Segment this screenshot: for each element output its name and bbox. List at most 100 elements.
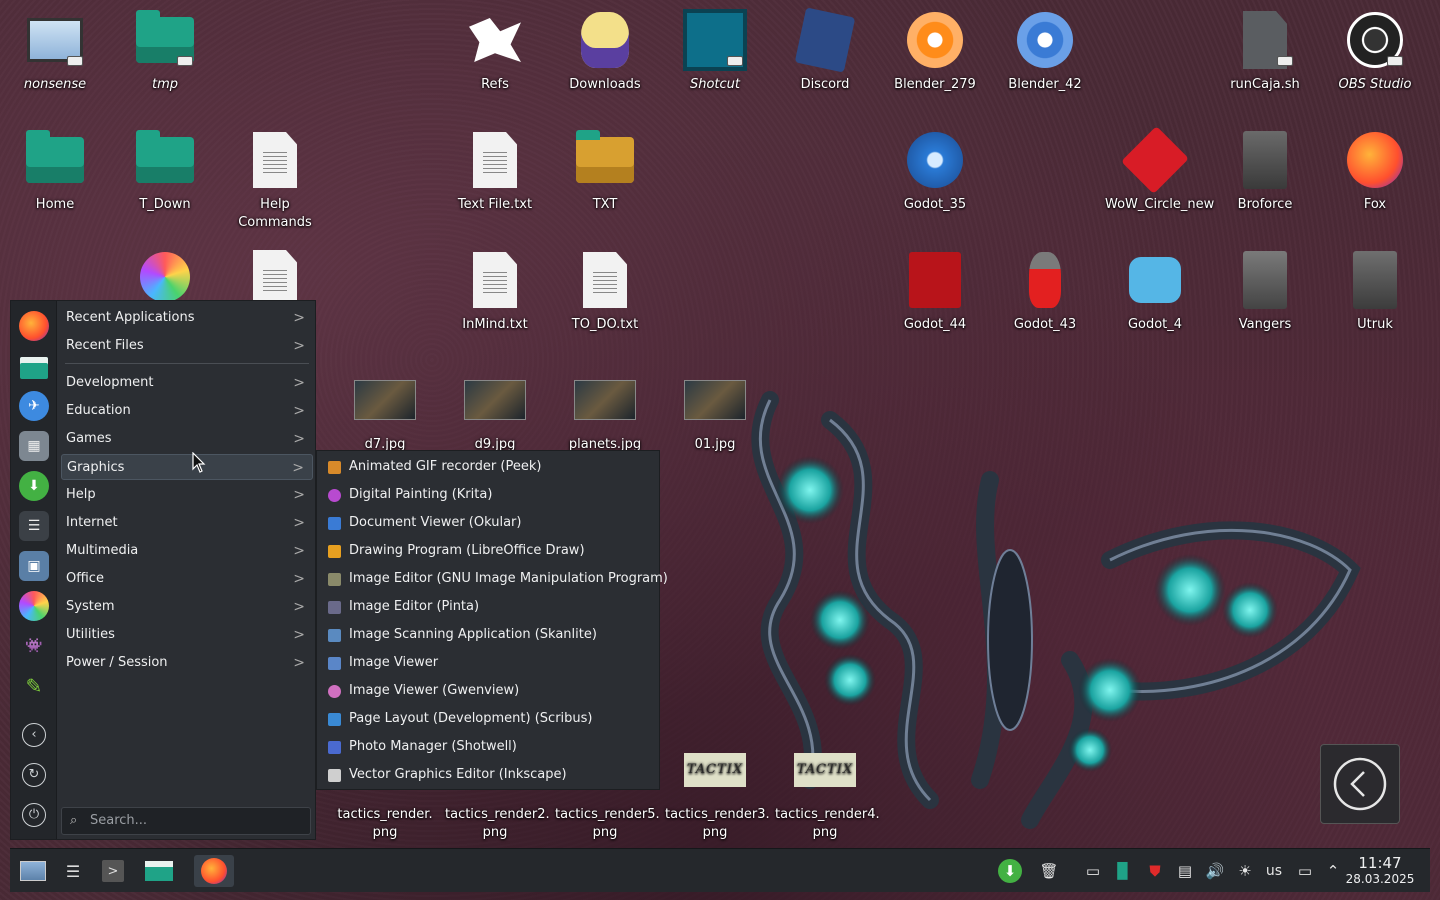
desktop-icon-tactics-render3-png[interactable]: TACTIX tactics_render3. png — [665, 738, 770, 842]
desktop-icon-broforce[interactable]: Broforce — [1215, 128, 1315, 214]
desktop-icon-godot-44[interactable]: Godot_44 — [885, 248, 985, 334]
submenu-item-image-editor-gnu-image-manipulation-program[interactable]: Image Editor (GNU Image Manipulation Pro… — [321, 565, 668, 593]
graphics-submenu: Animated GIF recorder (Peek) Digital Pain… — [316, 450, 668, 790]
desktop-icon-godot-4[interactable]: Godot_4 — [1105, 248, 1205, 334]
folder-tray-icon[interactable]: ▉ — [1112, 859, 1134, 883]
submenu-item-image-editor-pinta[interactable]: Image Editor (Pinta) — [321, 593, 655, 621]
trash-icon[interactable]: 🗑 — [1038, 859, 1060, 883]
menu-separator — [65, 363, 309, 364]
download-icon[interactable]: ⬇ — [19, 471, 49, 501]
desktop-icon-d9-jpg[interactable]: d9.jpg — [445, 368, 545, 454]
desktop-icon-downloads[interactable]: Downloads — [555, 8, 655, 94]
chevron-right-icon: > — [293, 403, 305, 419]
desktop-icon-label: tactics_render2. png — [445, 807, 550, 840]
settings-taskbar-button[interactable]: ☰ — [56, 855, 90, 887]
submenu-item-image-scanning-application-skanlite[interactable]: Image Scanning Application (Skanlite) — [321, 621, 655, 649]
show-desktop-icon[interactable]: ▭ — [1082, 859, 1104, 883]
submenu-item-vector-graphics-editor-inkscape[interactable]: Vector Graphics Editor (Inkscape) — [321, 761, 655, 789]
system-monitor-icon[interactable]: ▣ — [19, 551, 49, 581]
application-launcher-button[interactable] — [16, 855, 50, 887]
desktop-icon-label: Help Commands — [238, 197, 312, 230]
file-manager-icon[interactable] — [19, 353, 49, 383]
desktop-icon-vangers[interactable]: Vangers — [1215, 248, 1315, 334]
terminal-taskbar-button[interactable]: > — [96, 855, 130, 887]
settings-icon[interactable]: ☰ — [19, 511, 49, 541]
link-icon — [1277, 56, 1293, 66]
menu-category-office[interactable]: Office > — [61, 566, 313, 592]
desktop-icon-refs[interactable]: Refs — [445, 8, 545, 94]
menu-category-system[interactable]: System > — [61, 594, 313, 620]
menu-category-internet[interactable]: Internet > — [61, 510, 313, 536]
desktop-icon-blender-279[interactable]: Blender_279 — [885, 8, 985, 94]
paint-brush-icon[interactable]: ✎ — [19, 671, 49, 701]
desktop-icon-tactics-render4-png[interactable]: TACTIX tactics_render4. png — [775, 738, 880, 842]
desktop-icon-text-file-txt[interactable]: Text File.txt — [445, 128, 545, 214]
tactix-thumbnail-text: TACTIX — [684, 753, 746, 787]
menu-category-label: Power / Session — [66, 655, 168, 670]
calculator-icon[interactable]: ▦ — [19, 431, 49, 461]
desktop-icon-wow-circle-new[interactable]: WoW_Circle_new — [1105, 126, 1214, 214]
krita-desktop-icon[interactable] — [140, 252, 190, 302]
krita-icon[interactable] — [19, 591, 49, 621]
desktop-icon-to-do-txt[interactable]: TO_DO.txt — [555, 248, 655, 334]
firefox-icon[interactable] — [19, 311, 49, 341]
brightness-icon[interactable]: ☀ — [1234, 859, 1256, 883]
floating-back-button[interactable] — [1320, 744, 1400, 824]
menu-category-graphics[interactable]: Graphics > — [61, 454, 313, 480]
desktop-icon-01-jpg[interactable]: 01.jpg — [665, 368, 765, 454]
desktop-icon-nonsense[interactable]: nonsense — [5, 8, 105, 94]
firefox-taskbar-button[interactable] — [194, 855, 234, 887]
desktop-icon-utruk[interactable]: Utruk — [1325, 248, 1425, 334]
game-controller-icon[interactable]: 👾 — [19, 631, 49, 661]
desktop-icon-d7-jpg[interactable]: d7.jpg — [335, 368, 435, 454]
desktop-icon-planets-jpg[interactable]: planets.jpg — [555, 368, 655, 454]
desktop-icon-runcaja-sh[interactable]: runCaja.sh — [1215, 8, 1315, 94]
refresh-icon[interactable]: ↻ — [22, 763, 46, 787]
network-tray-icon[interactable]: ▭ — [1294, 859, 1316, 883]
desktop-icon-godot-35[interactable]: Godot_35 — [885, 128, 985, 214]
submenu-item-drawing-program-libreoffice-draw[interactable]: Drawing Program (LibreOffice Draw) — [321, 537, 655, 565]
text-file-icon[interactable] — [253, 250, 297, 306]
submenu-item-image-viewer-gwenview[interactable]: Image Viewer (Gwenview) — [321, 677, 655, 705]
desktop-icon-blender-42[interactable]: Blender_42 — [995, 8, 1095, 94]
update-notifier-icon[interactable]: ⬇ — [998, 859, 1022, 883]
submenu-item-image-viewer[interactable]: Image Viewer — [321, 649, 655, 677]
chevron-right-icon: > — [292, 460, 304, 476]
desktop-icon-home[interactable]: Home — [5, 128, 105, 214]
clipboard-icon[interactable]: ▤ — [1174, 859, 1196, 883]
menu-category-development[interactable]: Development > — [61, 370, 313, 396]
submenu-item-label: Animated GIF recorder (Peek) — [349, 459, 542, 474]
menu-search-input[interactable]: ⌕ Search... — [61, 807, 311, 835]
desktop-icon-txt[interactable]: TXT — [555, 128, 655, 214]
desktop-icon-godot-43[interactable]: Godot_43 — [995, 248, 1095, 334]
desktop-icon-fox[interactable]: Fox — [1325, 128, 1425, 214]
file-manager-taskbar-button[interactable] — [142, 855, 176, 887]
menu-category-games[interactable]: Games > — [61, 426, 313, 452]
desktop-icon-shotcut[interactable]: Shotcut — [665, 8, 765, 94]
desktop-icon-inmind-txt[interactable]: InMind.txt — [445, 248, 545, 334]
menu-category-multimedia[interactable]: Multimedia > — [61, 538, 313, 564]
desktop-icon-discord[interactable]: Discord — [775, 7, 875, 94]
desktop-icon-obs-studio[interactable]: OBS Studio — [1325, 8, 1425, 94]
desktop-icon-tmp[interactable]: tmp — [115, 8, 215, 94]
menu-category-utilities[interactable]: Utilities > — [61, 622, 313, 648]
digital-clock[interactable]: 11:47 28.03.2025 — [1340, 855, 1420, 887]
keyboard-layout-indicator[interactable]: us — [1262, 859, 1286, 883]
submenu-item-animated-gif-recorder-peek[interactable]: Animated GIF recorder (Peek) — [321, 453, 655, 481]
volume-icon[interactable]: 🔊 — [1204, 859, 1226, 883]
network-icon[interactable]: ✈ — [19, 391, 49, 421]
submenu-item-digital-painting-krita[interactable]: Digital Painting (Krita) — [321, 481, 655, 509]
menu-category-power-session[interactable]: Power / Session > — [61, 650, 313, 676]
power-icon[interactable]: ⏻ — [22, 803, 46, 827]
submenu-item-page-layout-development-scribus[interactable]: Page Layout (Development) (Scribus) — [321, 705, 655, 733]
menu-category-recent-applications[interactable]: Recent Applications > — [61, 305, 313, 331]
submenu-item-photo-manager-shotwell[interactable]: Photo Manager (Shotwell) — [321, 733, 655, 761]
menu-category-education[interactable]: Education > — [61, 398, 313, 424]
shield-icon[interactable]: ⛊ — [1144, 859, 1166, 883]
desktop-icon-help-commands[interactable]: Help Commands — [225, 128, 325, 232]
menu-category-recent-files[interactable]: Recent Files > — [61, 333, 313, 359]
back-icon[interactable]: ‹ — [22, 723, 46, 747]
menu-category-help[interactable]: Help > — [61, 482, 313, 508]
desktop-icon-t-down[interactable]: T_Down — [115, 128, 215, 214]
submenu-item-document-viewer-okular[interactable]: Document Viewer (Okular) — [321, 509, 655, 537]
